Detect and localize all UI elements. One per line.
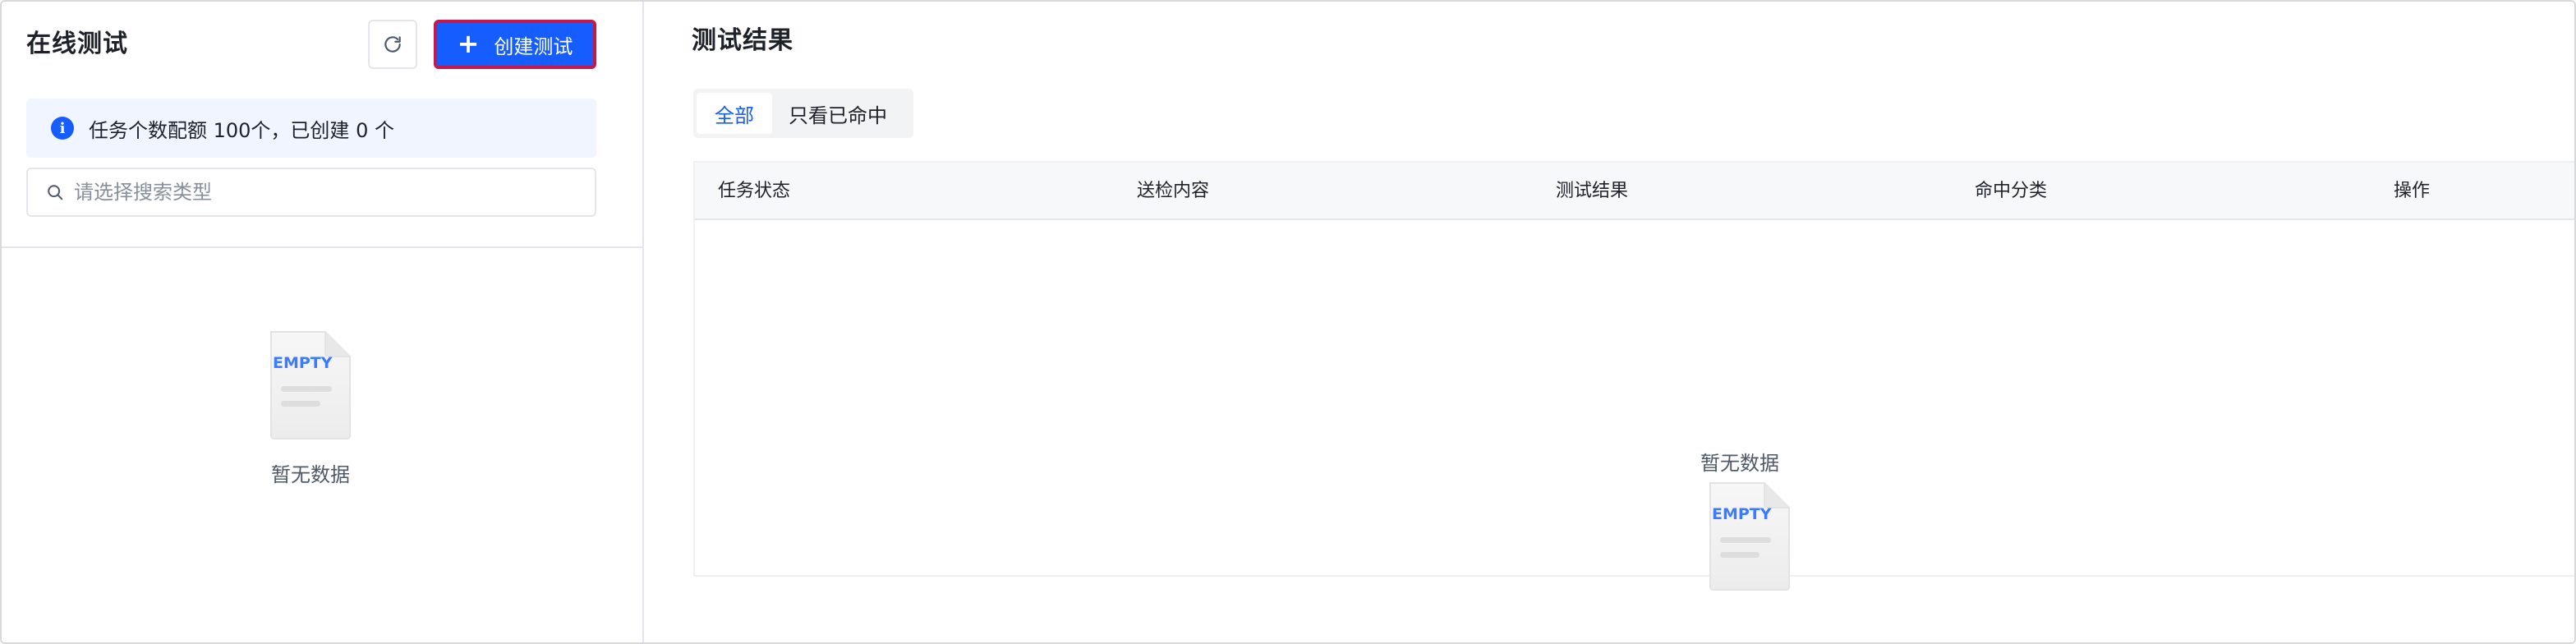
svg-text:EMPTY: EMPTY <box>1712 505 1772 523</box>
refresh-button[interactable] <box>368 20 417 69</box>
column-header-result: 测试结果 <box>1556 181 1629 201</box>
svg-text:EMPTY: EMPTY <box>273 354 333 372</box>
search-type-select[interactable] <box>26 168 596 217</box>
column-header-content: 送检内容 <box>1137 181 1210 201</box>
column-header-hit-category: 命中分类 <box>1975 181 2048 201</box>
tab-hit-only[interactable]: 只看已命中 <box>772 93 904 134</box>
create-test-label: 创建测试 <box>494 34 573 58</box>
quota-alert: i 任务个数配额 100个，已创建 0 个 <box>26 99 596 158</box>
refresh-icon <box>384 36 401 53</box>
tab-all[interactable]: 全部 <box>697 93 772 134</box>
column-header-actions: 操作 <box>2394 181 2431 201</box>
quota-text: 任务个数配额 100个，已创建 0 个 <box>89 118 394 142</box>
panel-title: 在线测试 <box>26 30 128 58</box>
filter-segmented-control: 全部 只看已命中 <box>693 89 913 138</box>
empty-text: 暂无数据 <box>1700 452 1779 475</box>
divider <box>2 246 644 248</box>
info-icon: i <box>51 117 74 140</box>
column-header-task-status: 任务状态 <box>718 181 791 201</box>
results-title: 测试结果 <box>692 26 794 55</box>
online-test-panel: 在线测试 + 创建测试 i 任务个数配额 100个，已创建 0 个 请选择搜索类… <box>2 2 644 642</box>
empty-text: 暂无数据 <box>271 463 350 486</box>
empty-file-icon: EMPTY <box>261 329 360 447</box>
results-table: 任务状态 送检内容 测试结果 命中分类 操作 EMPTY <box>693 161 2574 591</box>
search-icon <box>48 185 63 200</box>
app-frame: 在线测试 + 创建测试 i 任务个数配额 100个，已创建 0 个 请选择搜索类… <box>0 0 2576 644</box>
plus-icon: + <box>457 28 480 59</box>
empty-file-icon: EMPTY <box>1700 480 1799 598</box>
create-test-button[interactable]: + 创建测试 <box>434 20 596 69</box>
table-header: 任务状态 送检内容 测试结果 命中分类 操作 <box>695 163 2574 220</box>
search-input[interactable] <box>74 181 567 204</box>
